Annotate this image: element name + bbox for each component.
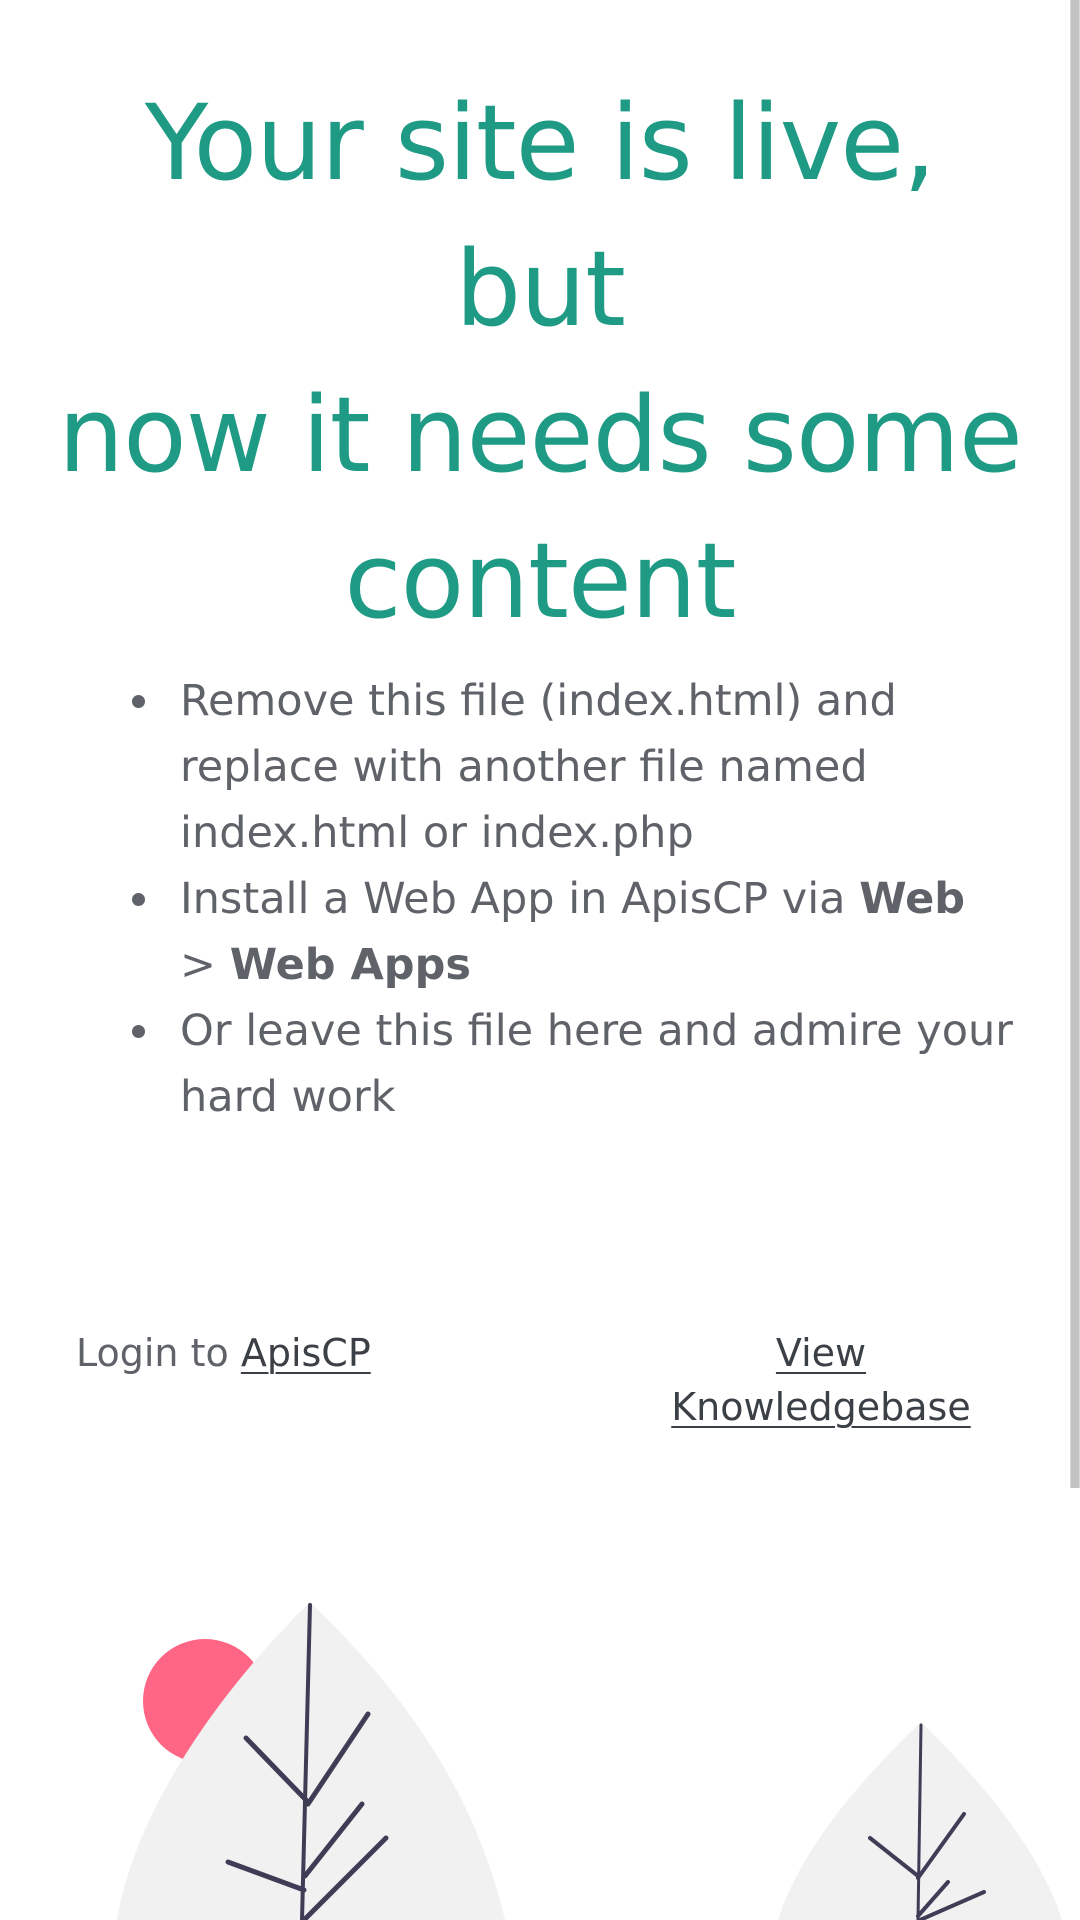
page-heading: Your site is live, but now it needs some…	[50, 70, 1030, 654]
knowledgebase-link[interactable]: View Knowledgebase	[671, 1331, 970, 1429]
bullet-icon	[132, 893, 145, 906]
login-line: Login to ApisCP	[76, 1326, 371, 1380]
menu-path-separator: >	[180, 940, 230, 990]
bullet-icon	[132, 1025, 145, 1038]
instruction-text: Remove this file (index.html) and replac…	[180, 676, 897, 858]
instruction-text: Install a Web App in ApisCP via	[180, 874, 860, 924]
heading-line-2: now it needs some	[58, 374, 1023, 496]
bullet-icon	[132, 695, 145, 708]
knowledgebase-line: View Knowledgebase	[646, 1326, 996, 1434]
instructions-list: Remove this file (index.html) and replac…	[132, 668, 1020, 1130]
tree-illustration	[117, 1602, 1062, 1920]
apiscp-login-link[interactable]: ApisCP	[241, 1331, 371, 1375]
heading-line-3: content	[344, 520, 736, 642]
heading-line-1: Your site is live, but	[144, 82, 936, 350]
instruction-item-leave-file: Or leave this file here and admire your …	[132, 998, 1020, 1130]
login-prefix: Login to	[76, 1331, 241, 1375]
instruction-text: Or leave this file here and admire your …	[180, 1006, 1013, 1122]
instruction-item-install-app: Install a Web App in ApisCP via Web > We…	[132, 866, 1020, 998]
menu-path-web-apps: Web Apps	[229, 940, 471, 990]
instruction-item-remove-file: Remove this file (index.html) and replac…	[132, 668, 1020, 866]
menu-path-web: Web	[859, 874, 966, 924]
scrollbar-thumb[interactable]	[1071, 0, 1079, 1488]
